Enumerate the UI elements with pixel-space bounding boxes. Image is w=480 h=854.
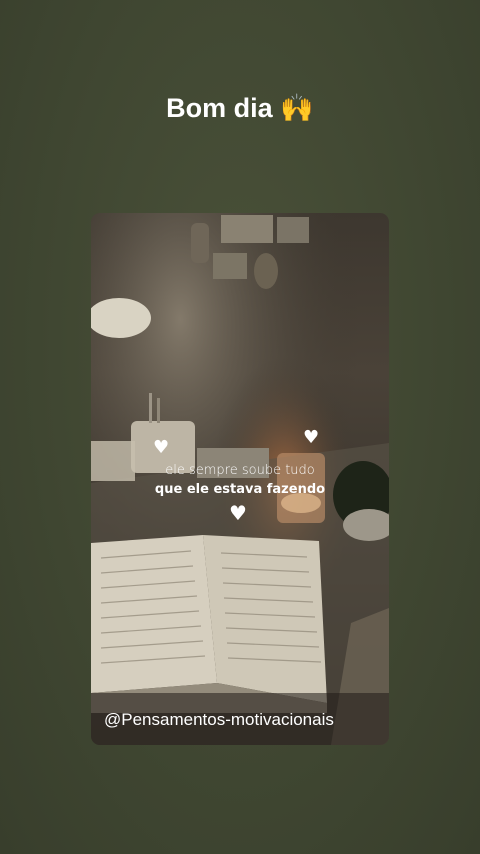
quote-line-1: ele sempre soube tudo	[165, 463, 315, 478]
heart-icon: ♥	[229, 501, 247, 525]
post-image-card[interactable]: ♥ ♥ ele sempre soube tudo que ele estava…	[91, 213, 389, 745]
heart-icon: ♥	[153, 437, 170, 458]
greeting-title: Bom dia 🙌	[166, 93, 314, 123]
desk-scene-image	[91, 213, 389, 745]
author-handle[interactable]: @Pensamentos-motivacionais	[104, 710, 334, 730]
heart-icon: ♥	[303, 427, 320, 448]
quote-line-2: que ele estava fazendo	[154, 482, 326, 497]
